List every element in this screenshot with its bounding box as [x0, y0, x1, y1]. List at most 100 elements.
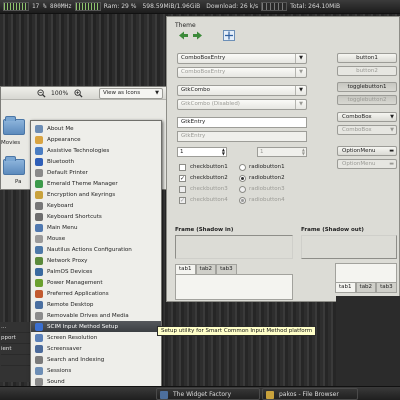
nautilus-icon: [35, 245, 43, 254]
menu-item-label: Main Menu: [47, 224, 78, 231]
menu-item-label: Appearance: [47, 136, 81, 143]
menu-item[interactable]: Main Menu: [31, 222, 161, 233]
menu-item[interactable]: Remote Desktop: [31, 299, 161, 310]
forward-icon[interactable]: [192, 30, 204, 41]
tab-1[interactable]: tab1: [335, 283, 356, 293]
spin-arrows-icon[interactable]: ▲ ▼: [222, 148, 225, 156]
menu-item-label: Keyboard: [47, 202, 74, 209]
menu-item-label: Sessions: [47, 367, 72, 374]
menu-item[interactable]: Screensaver: [31, 343, 161, 354]
left-menu-item[interactable]: ient: [1, 344, 32, 355]
shortcut-icon: [35, 212, 43, 221]
menu-item[interactable]: Sessions: [31, 365, 161, 376]
menu-item-label: Assistive Technologies: [47, 147, 110, 154]
chevron-down-icon: ▼: [295, 100, 306, 109]
menu-item[interactable]: Default Printer: [31, 167, 161, 178]
menu-item-label: About Me: [47, 125, 74, 132]
appearance-icon: [35, 135, 43, 144]
menu-item-label: Bluetooth: [47, 158, 75, 165]
menu-item-label: Nautilus Actions Configuration: [47, 246, 132, 253]
spin-button-1[interactable]: 1 ▲ ▼: [177, 147, 227, 157]
tab-2[interactable]: tab2: [355, 283, 377, 293]
menu-item-label: Mouse: [47, 235, 66, 242]
menu-item[interactable]: Nautilus Actions Configuration: [31, 244, 161, 255]
menu-item[interactable]: Power Management: [31, 277, 161, 288]
tab-3[interactable]: tab3: [376, 283, 397, 293]
left-menu-item[interactable]: pport: [1, 333, 32, 344]
menu-item[interactable]: Screen Resolution: [31, 332, 161, 343]
gtk-combo[interactable]: GtkCombo ▼: [177, 85, 307, 96]
menu-item[interactable]: Encryption and Keyrings: [31, 189, 161, 200]
combo-entry-1[interactable]: ComboBoxEntry ▼: [177, 53, 307, 64]
drive-icon: [35, 311, 43, 320]
mouse-icon: [35, 234, 43, 243]
toggle-button-1[interactable]: togglebutton1: [337, 82, 397, 92]
menu-item-label: Search and Indexing: [47, 356, 105, 363]
combo-entry-1-text: ComboBoxEntry: [181, 55, 226, 61]
notebook-top-panel: [175, 274, 293, 300]
view-mode-select[interactable]: View as Icons ▼: [99, 88, 163, 99]
menu-item[interactable]: About Me: [31, 123, 161, 134]
option-menu-2: OptionMenu ▬: [337, 159, 397, 169]
menu-item[interactable]: SCIM Input Method Setup: [31, 321, 161, 332]
menu-item[interactable]: Search and Indexing: [31, 354, 161, 365]
chevron-down-icon: ▼: [295, 54, 306, 63]
zoom-in-icon[interactable]: [74, 89, 83, 98]
folder-icon[interactable]: [3, 156, 25, 175]
menu-item[interactable]: Emerald Theme Manager: [31, 178, 161, 189]
zoom-out-icon[interactable]: [37, 89, 46, 98]
menu-item[interactable]: PalmOS Devices: [31, 266, 161, 277]
combobox-1[interactable]: ComboBox ▼: [337, 112, 397, 122]
gtk-entry[interactable]: GtkEntry: [177, 117, 307, 128]
task-widget-factory[interactable]: The Widget Factory: [156, 388, 260, 400]
option-menu-1[interactable]: OptionMenu ▬: [337, 146, 397, 156]
menu-item[interactable]: Mouse: [31, 233, 161, 244]
expand-icon[interactable]: [223, 30, 235, 41]
menu-item-label: Preferred Applications: [47, 290, 109, 297]
menu-item[interactable]: Keyboard Shortcuts: [31, 211, 161, 222]
notebook-top-tabs: tab1 tab2 tab3: [175, 264, 237, 274]
option-menu-icon: ▬: [389, 148, 394, 154]
menu-item[interactable]: Removable Drives and Media: [31, 310, 161, 321]
checkbutton-3-label: checkbutton3: [190, 186, 228, 192]
spin-button-2-value: 1: [260, 149, 264, 155]
spin-button-2: 1 ▲ ▼: [257, 147, 307, 157]
folder-icon: [266, 391, 274, 399]
tab-2[interactable]: tab2: [195, 264, 217, 274]
frame-shadow-in-title: Frame (Shadow in): [175, 227, 234, 233]
menu-item[interactable]: Network Proxy: [31, 255, 161, 266]
notebook-bottom-tabs: tab1 tab2 tab3: [335, 283, 397, 293]
checkbutton-2[interactable]: ✓: [179, 175, 186, 182]
menu-item[interactable]: Keyboard: [31, 200, 161, 211]
cpu-bar-graph: [74, 2, 101, 11]
menu-item[interactable]: Preferred Applications: [31, 288, 161, 299]
combo-entry-2[interactable]: ComboBoxEntry ▼: [177, 67, 307, 78]
tab-1[interactable]: tab1: [175, 264, 196, 274]
folder-icon[interactable]: [3, 116, 25, 135]
zoom-level: 100%: [51, 90, 69, 97]
frame-shadow-in: [175, 235, 293, 259]
radiobutton-1[interactable]: [239, 164, 246, 171]
left-menu-item[interactable]: ...: [1, 322, 32, 333]
gtk-entry-disabled-text: GtkEntry: [181, 133, 206, 139]
bluetooth-icon: [35, 157, 43, 166]
menu-item[interactable]: Assistive Technologies: [31, 145, 161, 156]
gtk-combo-disabled: GtkCombo (Disabled) ▼: [177, 99, 307, 110]
network-icon: [35, 256, 43, 265]
menu-item-label: Removable Drives and Media: [47, 312, 129, 319]
back-icon[interactable]: [177, 30, 189, 41]
menu-item[interactable]: Bluetooth: [31, 156, 161, 167]
power-icon: [35, 278, 43, 287]
menu-item[interactable]: Appearance: [31, 134, 161, 145]
total-readout: Total: 264.10MiB: [290, 3, 341, 10]
radiobutton-2[interactable]: [239, 175, 246, 182]
left-menu-item[interactable]: [1, 355, 32, 366]
checkbutton-1[interactable]: [179, 164, 186, 171]
task-file-browser[interactable]: pakos - File Browser: [262, 388, 358, 400]
preferred-icon: [35, 289, 43, 298]
checkbutton-1-label: checkbutton1: [190, 164, 228, 170]
tab-3[interactable]: tab3: [216, 264, 237, 274]
button-1[interactable]: button1: [337, 53, 397, 63]
checkbutton-4: ✓: [179, 197, 186, 204]
chevron-down-icon: ▼: [390, 127, 394, 133]
